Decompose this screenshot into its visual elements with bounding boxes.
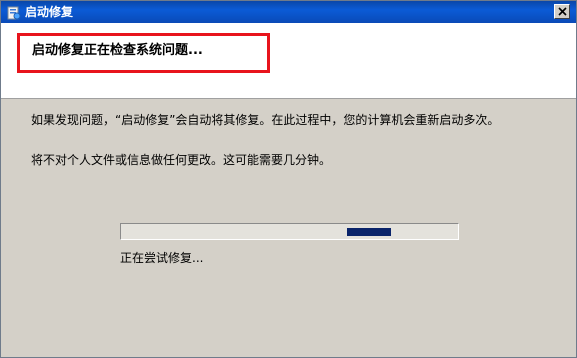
startup-repair-icon — [7, 5, 21, 20]
progress-indicator — [347, 228, 391, 236]
close-icon — [558, 7, 567, 16]
close-button[interactable] — [554, 4, 570, 19]
title-bar[interactable]: 启动修复 — [1, 1, 576, 23]
note-text: 将不对个人文件或信息做任何更改。这可能需要几分钟。 — [31, 153, 332, 167]
page-title: 启动修复正在检查系统问题... — [32, 43, 203, 58]
description-text: 如果发现问题，“启动修复”会自动将其修复。在此过程中，您的计算机会重新启动多次。 — [31, 113, 500, 127]
window-title: 启动修复 — [25, 5, 74, 19]
startup-repair-dialog: 启动修复 启动修复正在检查系统问题... 如果发现问题，“启动修复”会自动将其修… — [0, 0, 577, 358]
progress-bar — [120, 223, 459, 240]
header-panel: 启动修复正在检查系统问题... — [1, 23, 576, 99]
status-text: 正在尝试修复... — [120, 251, 204, 265]
